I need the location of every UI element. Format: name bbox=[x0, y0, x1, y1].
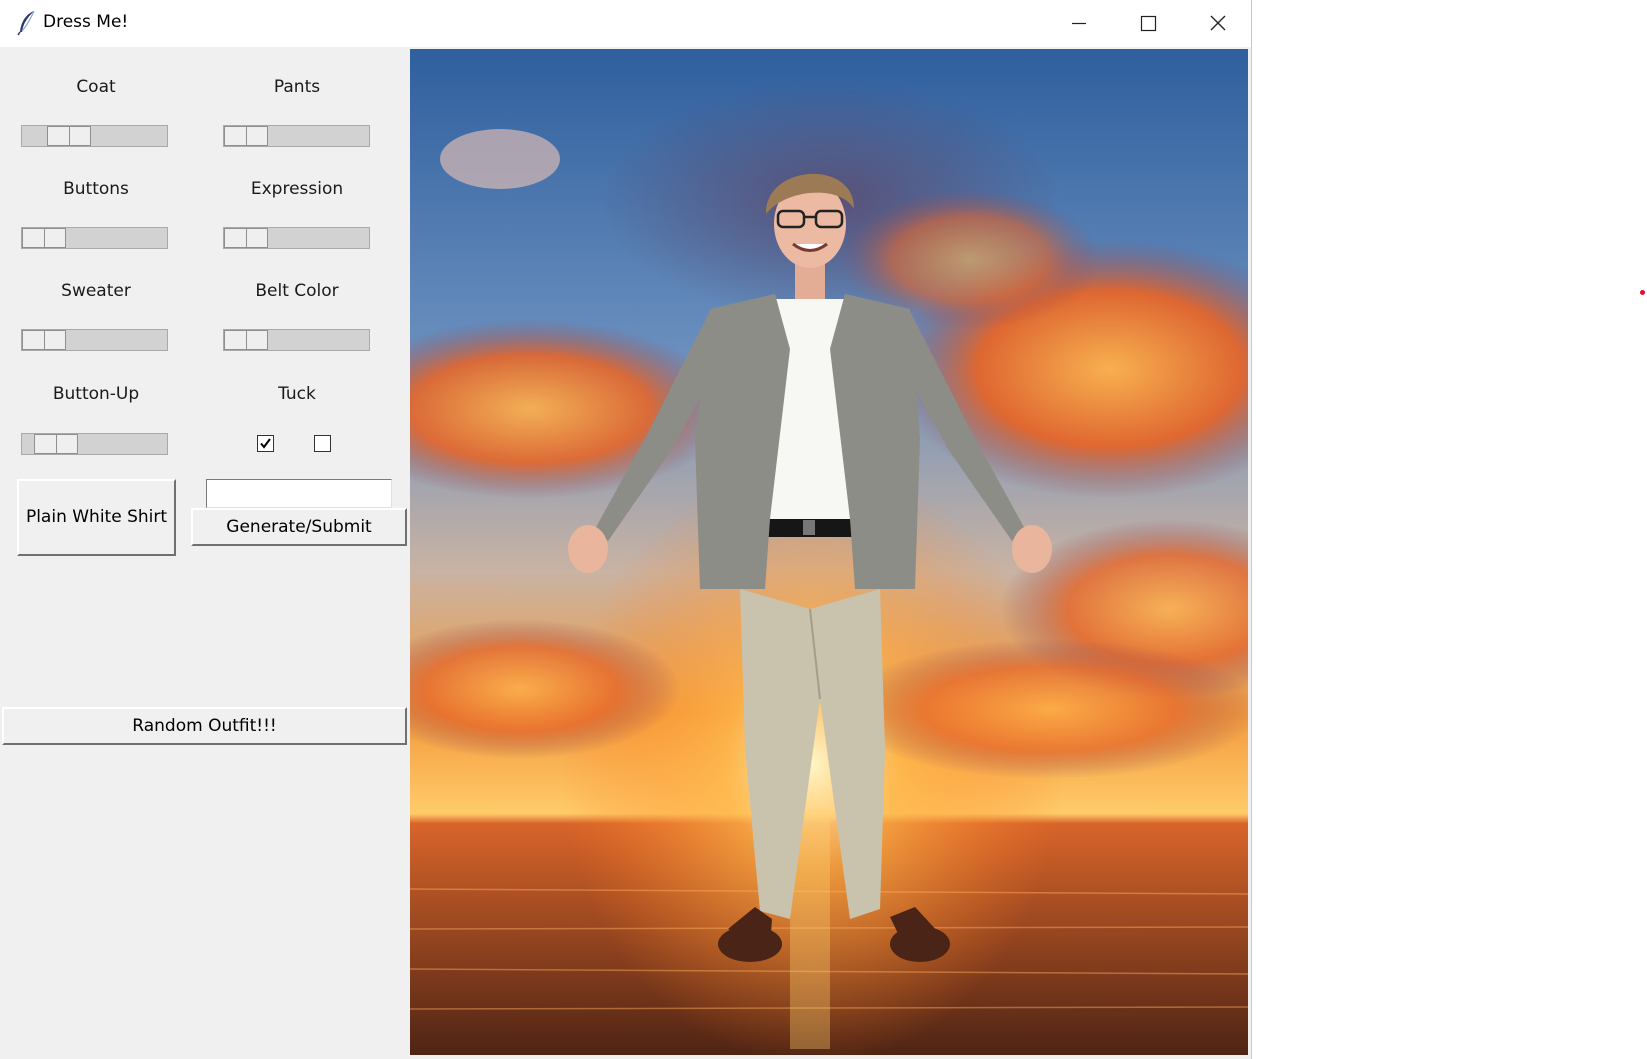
generate-submit-button[interactable]: Generate/Submit bbox=[191, 508, 407, 546]
expression-label: Expression bbox=[250, 179, 344, 199]
feather-icon bbox=[17, 10, 35, 36]
cursor-dot bbox=[1640, 290, 1645, 295]
belt-color-slider-thumb[interactable] bbox=[224, 330, 268, 350]
tuck-checkbox-2[interactable] bbox=[314, 435, 331, 452]
button-up-slider[interactable] bbox=[21, 433, 168, 455]
minimize-icon bbox=[1072, 22, 1086, 25]
outfit-entry[interactable] bbox=[206, 479, 392, 508]
sweater-label: Sweater bbox=[61, 281, 131, 301]
close-button[interactable] bbox=[1185, 0, 1251, 47]
buttons-label: Buttons bbox=[63, 179, 129, 199]
sweater-slider-thumb[interactable] bbox=[22, 330, 66, 350]
pants-label: Pants bbox=[273, 77, 321, 97]
title-bar: Dress Me! bbox=[0, 0, 1251, 47]
plain-white-shirt-button[interactable]: Plain White Shirt bbox=[17, 479, 176, 556]
buttons-slider-thumb[interactable] bbox=[22, 228, 66, 248]
outfit-preview-image bbox=[410, 49, 1248, 1055]
button-up-label: Button-Up bbox=[52, 384, 140, 404]
belt-color-label: Belt Color bbox=[255, 281, 339, 301]
tuck-checkbox-1[interactable] bbox=[257, 435, 274, 452]
button-up-slider-thumb[interactable] bbox=[34, 434, 78, 454]
app-window: Dress Me! Coat Pants Buttons Expression bbox=[0, 0, 1252, 1059]
expression-slider-thumb[interactable] bbox=[224, 228, 268, 248]
close-icon bbox=[1210, 15, 1226, 31]
checkmark-icon bbox=[260, 438, 271, 449]
coat-label: Coat bbox=[76, 77, 116, 97]
buttons-slider[interactable] bbox=[21, 227, 168, 249]
belt-color-slider[interactable] bbox=[223, 329, 370, 351]
sweater-slider[interactable] bbox=[21, 329, 168, 351]
coat-slider[interactable] bbox=[21, 125, 168, 147]
minimize-button[interactable] bbox=[1046, 0, 1112, 47]
pants-slider[interactable] bbox=[223, 125, 370, 147]
expression-slider[interactable] bbox=[223, 227, 370, 249]
pants-slider-thumb[interactable] bbox=[224, 126, 268, 146]
coat-slider-thumb[interactable] bbox=[47, 126, 91, 146]
sunset-scene bbox=[410, 49, 1248, 1055]
random-outfit-button[interactable]: Random Outfit!!! bbox=[2, 707, 407, 745]
tuck-label: Tuck bbox=[278, 384, 316, 404]
maximize-button[interactable] bbox=[1115, 0, 1181, 47]
maximize-icon bbox=[1140, 15, 1157, 32]
window-title: Dress Me! bbox=[43, 12, 129, 32]
